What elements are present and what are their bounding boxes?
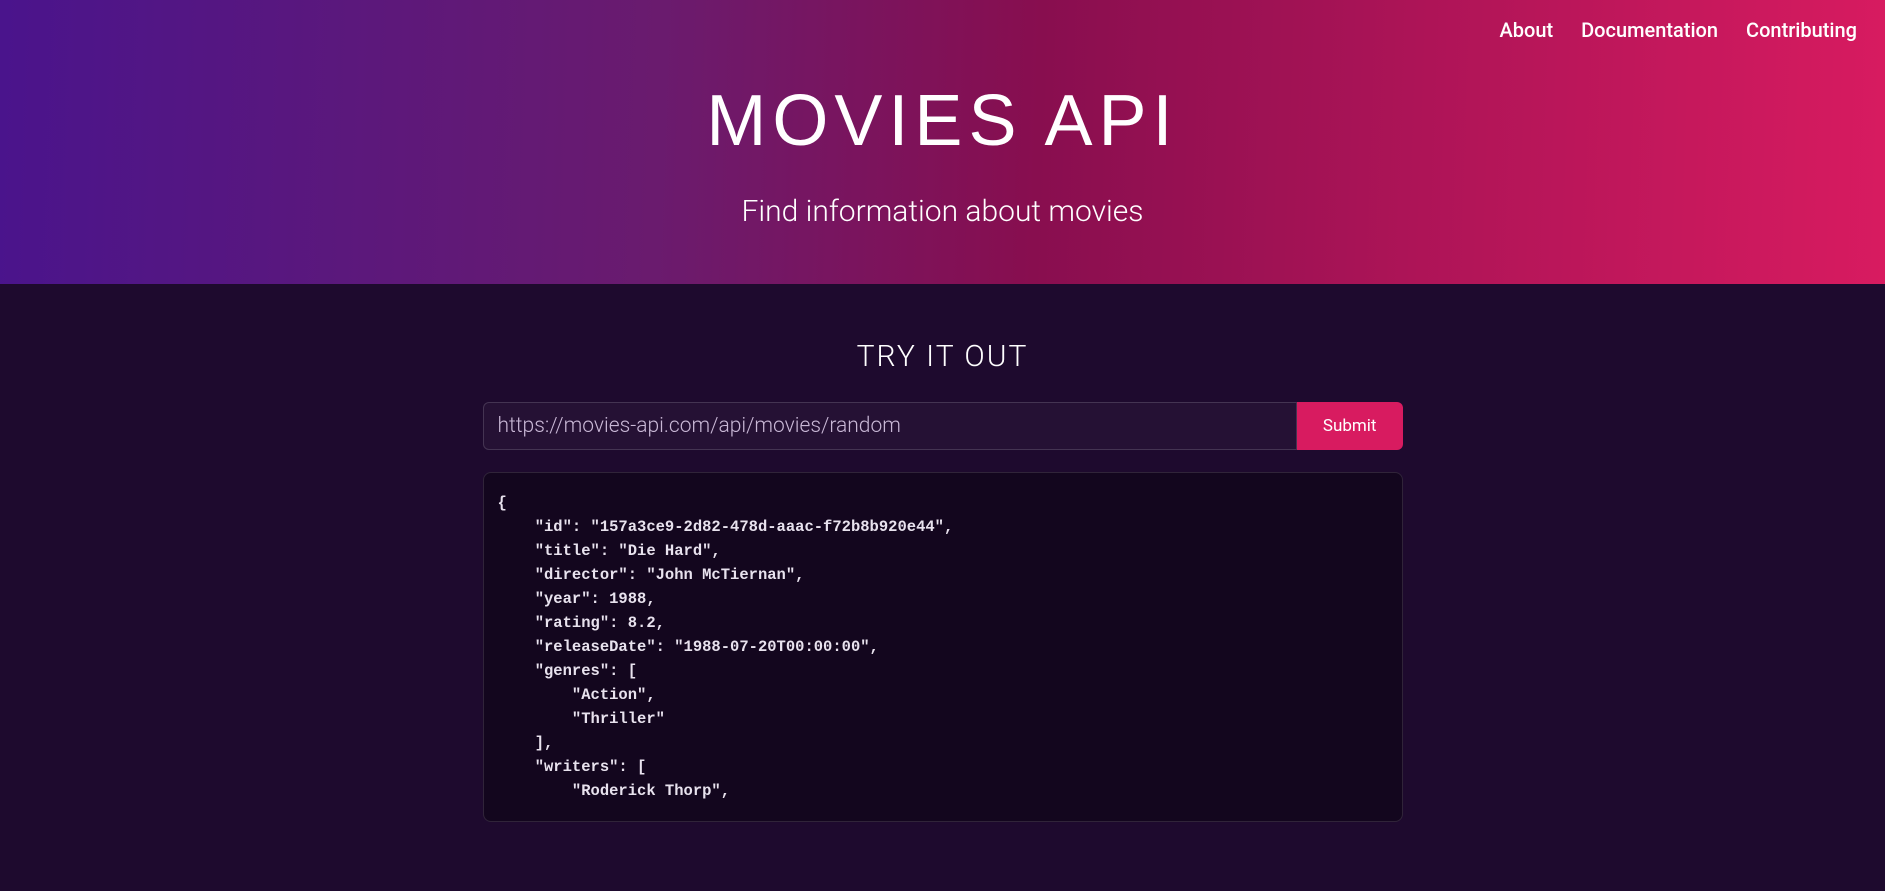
page-subtitle: Find information about movies: [28, 194, 1857, 229]
tryout-title: TRY IT OUT: [483, 339, 1403, 374]
hero: MOVIES API Find information about movies: [28, 80, 1857, 229]
nav-link-documentation[interactable]: Documentation: [1581, 18, 1718, 42]
tryout-form: Submit: [483, 402, 1403, 450]
main-content: TRY IT OUT Submit { "id": "157a3ce9-2d82…: [463, 284, 1423, 822]
nav-link-about[interactable]: About: [1499, 18, 1553, 42]
page-title: MOVIES API: [28, 80, 1857, 162]
top-nav: About Documentation Contributing: [28, 18, 1857, 42]
nav-link-contributing[interactable]: Contributing: [1746, 18, 1857, 42]
api-url-input[interactable]: [483, 402, 1297, 450]
api-response-display: { "id": "157a3ce9-2d82-478d-aaac-f72b8b9…: [483, 472, 1403, 822]
header: About Documentation Contributing MOVIES …: [0, 0, 1885, 284]
submit-button[interactable]: Submit: [1297, 402, 1403, 450]
